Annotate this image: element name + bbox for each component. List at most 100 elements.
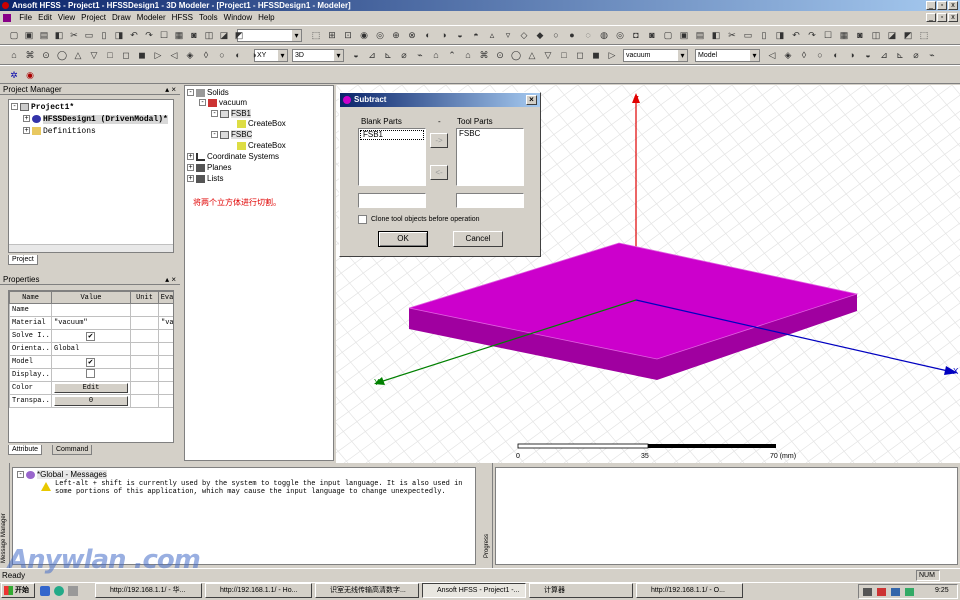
property-checkbox[interactable]: ✔ [86,357,95,367]
tree-item-fsbc[interactable]: - FSBC [211,130,253,140]
toolbar-icon[interactable]: ○ [550,29,562,41]
taskbar-button-active[interactable]: Ansoft HFSS - Project1 -... [422,583,526,598]
toolbar-icon[interactable]: ▿ [502,29,514,41]
tree-item-coordinate-systems[interactable]: + Coordinate Systems [187,152,279,162]
expand-icon[interactable]: + [23,127,30,135]
toolbar-icon[interactable]: ◻ [574,49,586,61]
toolbar-icon[interactable]: ◼ [136,49,148,61]
child-minimize-button[interactable]: _ [926,13,936,22]
toolbar-icon[interactable]: ↶ [790,29,802,41]
toolbar-icon[interactable]: ⌘ [24,49,36,61]
tree-item-project[interactable]: - Project1* [11,102,74,113]
property-value[interactable] [51,368,131,382]
table-row[interactable]: Solve I... ✔ [9,329,173,343]
toolbar-icon[interactable]: ▽ [88,49,100,61]
toolbar-icon[interactable]: ▣ [678,29,690,41]
clone-checkbox[interactable] [358,215,367,224]
toolbar-icon[interactable]: ◯ [510,49,522,61]
toolbar-icon[interactable]: ▽ [542,49,554,61]
menu-item-project[interactable]: Project [81,13,106,22]
tree-item-createbox-1[interactable]: CreateBox [237,119,286,129]
view-select[interactable]: 3D [292,49,344,62]
toolbar-icon[interactable]: ◪ [886,29,898,41]
cancel-button[interactable]: Cancel [453,231,503,247]
toolbar-icon[interactable]: ⊙ [494,49,506,61]
toolbar-icon[interactable]: ◙ [646,29,658,41]
property-value[interactable]: Edit [51,381,131,395]
close-button[interactable]: x [948,1,958,10]
table-row[interactable]: Color Edit [9,381,173,395]
move-right-button[interactable]: -> [430,133,448,148]
toolbar-icon[interactable]: ⊗ [406,29,418,41]
toolbar-icon[interactable]: ▭ [742,29,754,41]
tab-project[interactable]: Project [8,255,38,265]
table-row[interactable]: Display... [9,368,173,382]
toolbar-icon[interactable]: ◌ [582,29,594,41]
quicklaunch-icon[interactable] [40,586,50,596]
toolbar-icon[interactable]: ◻ [120,49,132,61]
toolbar-icon[interactable]: ◊ [200,49,212,61]
toolbar-icon[interactable]: ◯ [56,49,68,61]
expand-icon[interactable]: + [23,115,30,123]
menu-item-tools[interactable]: Tools [199,13,218,22]
toolbar-icon[interactable]: ⊕ [390,29,402,41]
tool-parts-list[interactable]: FSBC [456,128,524,186]
toolbar-icon[interactable]: ☐ [822,29,834,41]
fields-icon[interactable]: ✲ [8,69,20,81]
toolbar-icon[interactable]: ◧ [53,29,65,41]
taskbar-button[interactable]: http://192.168.1.1/ - 华... [95,583,202,598]
toolbar-icon[interactable]: ◎ [614,29,626,41]
column-header[interactable]: Eva [158,291,173,304]
toolbar-icon[interactable]: ◨ [774,29,786,41]
toolbar-icon[interactable]: ◒ [454,29,466,41]
collapse-icon[interactable]: - [211,131,218,139]
column-header[interactable]: Name [9,291,52,304]
tree-item-createbox-2[interactable]: CreateBox [237,141,286,151]
menu-item-edit[interactable]: Edit [38,13,52,22]
horizontal-scrollbar[interactable] [9,244,173,252]
tree-item-fsb1[interactable]: - FSB1 [211,109,252,119]
property-value[interactable]: ✔ [51,329,131,343]
toolbar-icon[interactable]: ◐ [422,29,434,41]
toolbar-icon[interactable]: ▢ [8,29,20,41]
property-value[interactable] [51,303,131,317]
color-edit-button[interactable]: Edit [54,383,128,393]
toolbar-icon[interactable]: ▷ [606,49,618,61]
property-value[interactable]: "vacuum" [51,316,131,330]
toolbar-icon[interactable]: ↷ [143,29,155,41]
menu-item-view[interactable]: View [58,13,75,22]
toolbar-icon[interactable]: ▯ [758,29,770,41]
tray-icon[interactable] [905,588,914,596]
toolbar-icon[interactable]: ◆ [534,29,546,41]
expand-icon[interactable]: + [187,164,194,172]
menu-item-help[interactable]: Help [258,13,274,22]
property-value[interactable]: ✔ [51,355,131,369]
toolbar-icon[interactable]: ◘ [630,29,642,41]
toolbar-icon[interactable]: ◇ [518,29,530,41]
tree-item-lists[interactable]: + Lists [187,174,223,184]
toolbar-icon[interactable]: ◐ [232,49,244,61]
quicklaunch-icon[interactable] [54,586,64,596]
toolbar-icon[interactable]: ▢ [662,29,674,41]
property-value[interactable]: 0 [51,394,131,408]
material-select[interactable]: vacuum [623,49,688,62]
toolbar-icon[interactable]: ◙ [188,29,200,41]
toolbar-icon[interactable]: ⊙ [40,49,52,61]
toolbar-icon[interactable]: □ [558,49,570,61]
tool-parts-field[interactable] [456,193,524,208]
toolbar-icon[interactable]: ▣ [23,29,35,41]
toolbar-icon[interactable]: ○ [814,49,826,61]
toolbar-icon[interactable]: ◈ [782,49,794,61]
collapse-icon[interactable]: - [199,99,206,107]
toolbar-icon[interactable]: ⌃ [446,49,458,61]
toolbar-icon[interactable]: ◁ [168,49,180,61]
toolbar-icon[interactable]: □ [104,49,116,61]
toolbar-icon[interactable]: ◪ [218,29,230,41]
toolbar-icon[interactable]: ○ [216,49,228,61]
menu-item-draw[interactable]: Draw [112,13,131,22]
toolbar-icon[interactable]: ▵ [486,29,498,41]
menu-item-file[interactable]: File [19,13,32,22]
toolbar-icon[interactable]: ◧ [710,29,722,41]
toolbar-icon[interactable]: ◊ [798,49,810,61]
menu-item-modeler[interactable]: Modeler [137,13,166,22]
